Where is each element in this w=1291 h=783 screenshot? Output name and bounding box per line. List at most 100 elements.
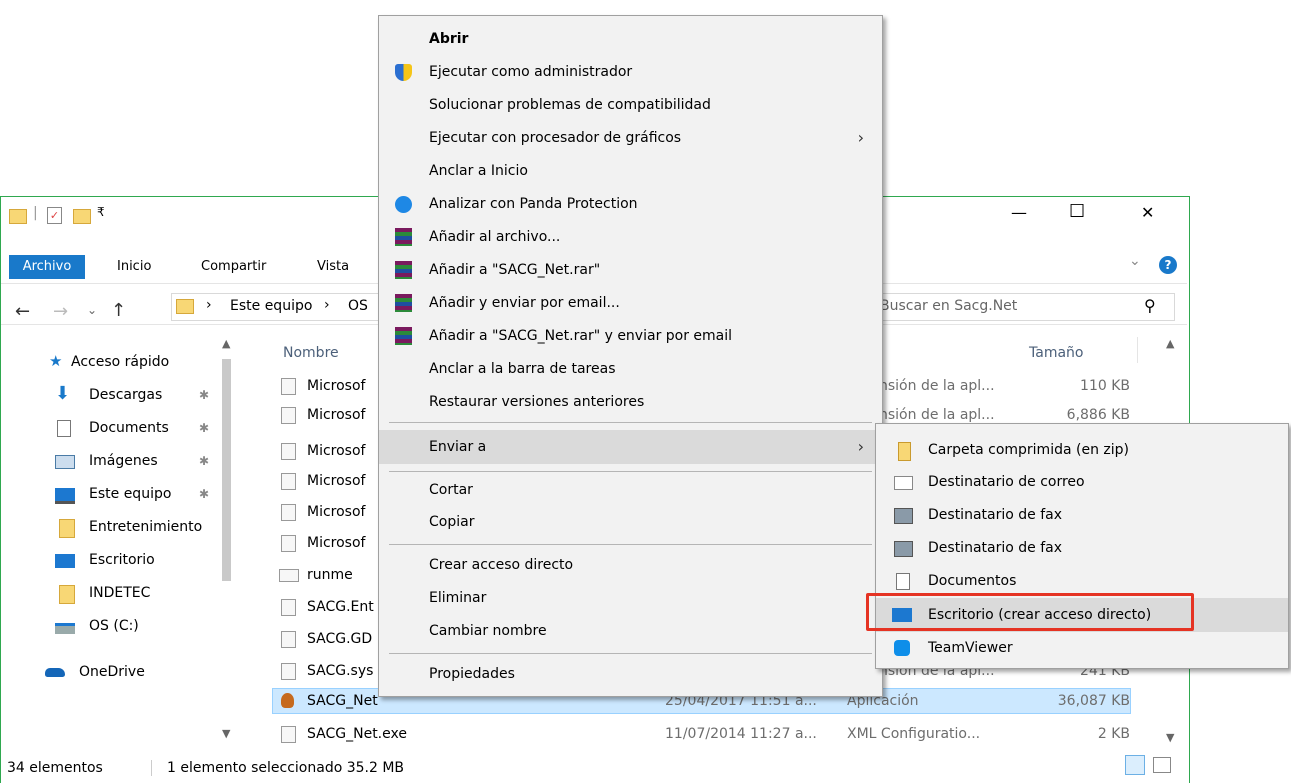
search-icon[interactable]: ⚲ xyxy=(1144,296,1156,315)
menu-item-anadir-a-rar[interactable]: Añadir a "SACG_Net.rar" xyxy=(379,255,882,285)
menu-item-ejecutar-con-procesador[interactable]: Ejecutar con procesador de gráficos › xyxy=(379,123,882,153)
menu-item-enviar-a[interactable]: Enviar a › xyxy=(379,430,882,464)
application-icon xyxy=(281,693,294,708)
details-view-icon[interactable] xyxy=(1125,755,1145,775)
menu-item-propiedades[interactable]: Propiedades xyxy=(379,659,882,689)
file-name: Microsof xyxy=(307,473,366,489)
breadcrumb-este-equipo[interactable]: Este equipo xyxy=(230,298,312,314)
menu-item-cambiar-nombre[interactable]: Cambiar nombre xyxy=(379,616,882,646)
column-header-nombre[interactable]: Nombre xyxy=(283,345,339,361)
menu-item-cortar[interactable]: Cortar xyxy=(379,475,882,505)
scroll-up-icon[interactable]: ▲ xyxy=(1166,337,1174,350)
file-icon xyxy=(281,378,296,395)
large-icons-view-icon[interactable] xyxy=(1153,757,1171,773)
up-button[interactable]: ↑ xyxy=(111,300,126,321)
pin-icon[interactable]: ✱ xyxy=(199,479,209,509)
breadcrumb-os[interactable]: OS xyxy=(348,298,368,314)
menu-item-label: Destinatario de fax xyxy=(928,507,1062,523)
breadcrumb-separator: › xyxy=(324,297,330,313)
folder-icon[interactable] xyxy=(9,209,27,224)
folder-icon xyxy=(59,585,75,604)
menu-item-destinatario-de-fax-2[interactable]: Destinatario de fax xyxy=(876,532,1288,564)
menu-item-carpeta-comprimida[interactable]: Carpeta comprimida (en zip) xyxy=(876,434,1288,466)
computer-icon xyxy=(55,488,75,504)
menu-item-destinatario-de-correo[interactable]: Destinatario de correo xyxy=(876,466,1288,498)
menu-item-analizar-con-panda[interactable]: Analizar con Panda Protection xyxy=(379,189,882,219)
scroll-down-icon[interactable]: ▼ xyxy=(1166,731,1174,744)
fax-icon xyxy=(894,541,913,557)
tab-inicio[interactable]: Inicio xyxy=(117,255,151,279)
tab-compartir[interactable]: Compartir xyxy=(201,255,266,279)
folder-icon xyxy=(176,299,194,314)
tab-vista[interactable]: Vista xyxy=(317,255,349,279)
file-icon xyxy=(279,569,299,582)
maximize-button[interactable]: ☐ xyxy=(1069,201,1085,222)
menu-item-crear-acceso-directo[interactable]: Crear acceso directo xyxy=(379,550,882,580)
winrar-icon xyxy=(395,228,412,246)
pin-icon[interactable]: ✱ xyxy=(199,446,209,476)
menu-item-label: Carpeta comprimida (en zip) xyxy=(928,442,1129,458)
close-button[interactable]: ✕ xyxy=(1141,203,1154,222)
search-box[interactable]: Buscar en Sacg.Net ⚲ xyxy=(877,293,1175,321)
menu-item-anclar-a-inicio[interactable]: Anclar a Inicio xyxy=(379,156,882,186)
file-icon xyxy=(281,473,296,490)
address-box[interactable]: › Este equipo › OS xyxy=(171,293,393,321)
search-input[interactable]: Buscar en Sacg.Net xyxy=(880,298,1017,314)
pin-icon[interactable]: ✱ xyxy=(199,413,209,443)
new-folder-icon[interactable] xyxy=(73,209,91,224)
navigation-pane-scrollbar[interactable]: ▲ ▼ xyxy=(219,337,235,747)
menu-item-label: Eliminar xyxy=(429,590,487,606)
tab-archivo[interactable]: Archivo xyxy=(9,255,85,279)
file-type: nsión de la apl... xyxy=(879,378,995,394)
menu-item-destinatario-de-fax-1[interactable]: Destinatario de fax xyxy=(876,499,1288,531)
recent-locations-button[interactable]: ⌄ xyxy=(87,303,97,317)
qat-customize-icon[interactable]: ₹ xyxy=(97,205,105,219)
help-icon[interactable]: ? xyxy=(1159,256,1177,274)
chevron-right-icon: › xyxy=(857,437,864,456)
drive-icon xyxy=(55,623,75,634)
menu-item-solucionar-problemas[interactable]: Solucionar problemas de compatibilidad xyxy=(379,90,882,120)
panda-icon xyxy=(395,196,412,213)
file-icon xyxy=(281,726,296,743)
navigation-pane: ★ Acceso rápido ⬇ Descargas ✱ Documents … xyxy=(1,327,241,747)
menu-item-eliminar[interactable]: Eliminar xyxy=(379,583,882,613)
column-header-tamano[interactable]: Tamaño xyxy=(1029,345,1083,361)
menu-item-abrir[interactable]: Abrir xyxy=(379,24,882,54)
scroll-down-icon[interactable]: ▼ xyxy=(222,727,230,740)
back-button[interactable]: ← xyxy=(15,301,30,322)
menu-item-label: Crear acceso directo xyxy=(429,557,574,573)
column-divider[interactable] xyxy=(1137,337,1138,363)
menu-item-label: Añadir a "SACG_Net.rar" xyxy=(429,262,601,278)
menu-item-copiar[interactable]: Copiar xyxy=(379,507,882,537)
minimize-button[interactable]: — xyxy=(1011,203,1027,222)
properties-icon[interactable]: ✓ xyxy=(47,207,62,224)
menu-item-label: Propiedades xyxy=(429,666,515,682)
file-size: 110 KB xyxy=(1080,378,1130,394)
scroll-thumb[interactable] xyxy=(222,359,231,581)
pin-icon[interactable]: ✱ xyxy=(199,380,209,410)
winrar-icon xyxy=(395,261,412,279)
file-name: SACG.GD xyxy=(307,631,373,647)
menu-item-label: Analizar con Panda Protection xyxy=(429,196,638,212)
document-icon xyxy=(896,573,910,590)
menu-item-anclar-a-barra-de-tareas[interactable]: Anclar a la barra de tareas xyxy=(379,354,882,384)
file-row[interactable]: SACG_Net.exe 11/07/2014 11:27 a... XML C… xyxy=(273,722,1130,746)
menu-item-label: Restaurar versiones anteriores xyxy=(429,394,645,410)
menu-item-label: TeamViewer xyxy=(928,640,1013,656)
menu-item-restaurar-versiones[interactable]: Restaurar versiones anteriores xyxy=(379,387,882,417)
status-item-count: 34 elementos xyxy=(7,760,103,776)
menu-item-anadir-y-enviar-email[interactable]: Añadir y enviar por email... xyxy=(379,288,882,318)
winrar-icon xyxy=(395,294,412,312)
menu-item-label: Anclar a Inicio xyxy=(429,163,528,179)
file-name: runme xyxy=(307,567,353,583)
forward-button[interactable]: → xyxy=(53,301,68,322)
file-name: SACG.sys xyxy=(307,663,374,679)
scroll-up-icon[interactable]: ▲ xyxy=(222,337,230,350)
menu-item-anadir-rar-y-enviar-email[interactable]: Añadir a "SACG_Net.rar" y enviar por ema… xyxy=(379,321,882,351)
expand-ribbon-icon[interactable]: ⌄ xyxy=(1129,253,1141,269)
menu-item-anadir-al-archivo[interactable]: Añadir al archivo... xyxy=(379,222,882,252)
file-name: Microsof xyxy=(307,504,366,520)
winrar-icon xyxy=(395,327,412,345)
menu-item-teamviewer[interactable]: TeamViewer xyxy=(876,632,1288,664)
menu-item-ejecutar-como-administrador[interactable]: Ejecutar como administrador xyxy=(379,57,882,87)
